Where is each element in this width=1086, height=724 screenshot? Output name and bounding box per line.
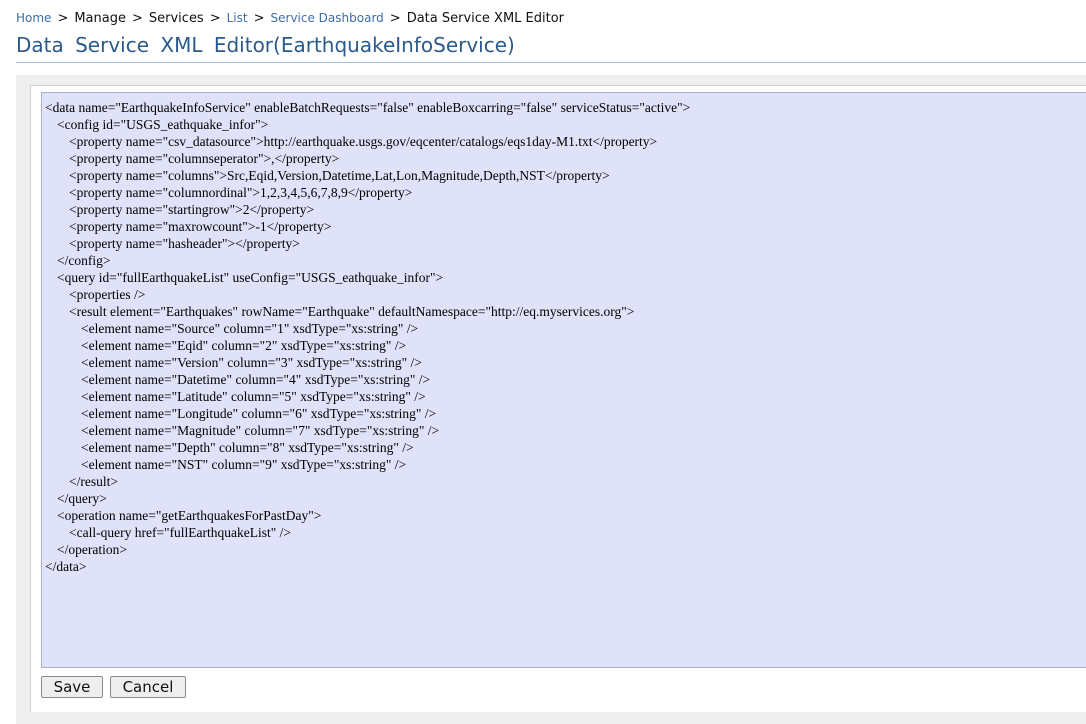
xml-line: <element name="Longitude" column="6" xsd… xyxy=(81,406,437,421)
xml-editor-textarea[interactable]: <data name="EarthquakeInfoService" enabl… xyxy=(41,92,1086,668)
xml-line: <element name="Latitude" column="5" xsdT… xyxy=(81,389,426,404)
breadcrumb-current-page: Data Service XML Editor xyxy=(406,11,565,26)
xml-line: <element name="Datetime" column="4" xsdT… xyxy=(81,372,431,387)
xml-line: <element name="Source" column="1" xsdTyp… xyxy=(81,321,419,336)
breadcrumb-separator: > xyxy=(389,11,401,26)
page-title: Data Service XML Editor(EarthquakeInfoSe… xyxy=(16,33,515,57)
breadcrumb-separator: > xyxy=(253,11,265,26)
xml-line: <property name="maxrowcount">-1</propert… xyxy=(69,219,332,234)
breadcrumb-services: Services xyxy=(148,11,204,26)
xml-line: <property name="columnseperator">,</prop… xyxy=(69,151,340,166)
breadcrumb-separator: > xyxy=(131,11,143,26)
cancel-button[interactable]: Cancel xyxy=(110,676,186,698)
xml-line: <element name="NST" column="9" xsdType="… xyxy=(81,457,407,472)
breadcrumb-home-link[interactable]: Home xyxy=(16,11,51,25)
breadcrumb-separator: > xyxy=(209,11,221,26)
xml-line: <property name="columnordinal">1,2,3,4,5… xyxy=(69,185,413,200)
xml-line: <element name="Version" column="3" xsdTy… xyxy=(81,355,422,370)
breadcrumb-list-link[interactable]: List xyxy=(227,11,248,25)
xml-line: <property name="columns">Src,Eqid,Versio… xyxy=(69,168,610,183)
xml-line: <properties /> xyxy=(69,287,146,302)
xml-line: </operation> xyxy=(57,542,127,557)
title-divider xyxy=(16,62,1086,63)
breadcrumb-separator: > xyxy=(57,11,69,26)
xml-line: </data> xyxy=(45,559,87,574)
breadcrumb: Home > Manage > Services > List > Service Dashbo… xyxy=(16,11,564,26)
xml-line: <config id="USGS_eathquake_infor"> xyxy=(57,117,269,132)
xml-line: <call-query href="fullEarthquakeList" /> xyxy=(69,525,292,540)
xml-line: <element name="Depth" column="8" xsdType… xyxy=(81,440,414,455)
xml-line: </query> xyxy=(57,491,107,506)
xml-line: <property name="startingrow">2</property… xyxy=(69,202,315,217)
xml-line: <element name="Eqid" column="2" xsdType=… xyxy=(81,338,407,353)
xml-line: <result element="Earthquakes" rowName="E… xyxy=(69,304,635,319)
editor-panel-inner: <data name="EarthquakeInfoService" enabl… xyxy=(30,85,1086,712)
xml-line: <property name="hasheader"></property> xyxy=(69,236,300,251)
xml-line: <operation name="getEarthquakesForPastDa… xyxy=(57,508,322,523)
xml-line: </result> xyxy=(69,474,118,489)
breadcrumb-manage: Manage xyxy=(74,11,126,26)
save-button[interactable]: Save xyxy=(41,676,103,698)
xml-line: <query id="fullEarthquakeList" useConfig… xyxy=(57,270,444,285)
editor-panel: <data name="EarthquakeInfoService" enabl… xyxy=(16,75,1086,724)
breadcrumb-service-dashboard-link[interactable]: Service Dashboard xyxy=(271,11,384,25)
xml-line: <element name="Magnitude" column="7" xsd… xyxy=(81,423,440,438)
xml-line: </config> xyxy=(57,253,111,268)
xml-line: <property name="csv_datasource">http://e… xyxy=(69,134,658,149)
xml-line: <data name="EarthquakeInfoService" enabl… xyxy=(45,100,691,115)
